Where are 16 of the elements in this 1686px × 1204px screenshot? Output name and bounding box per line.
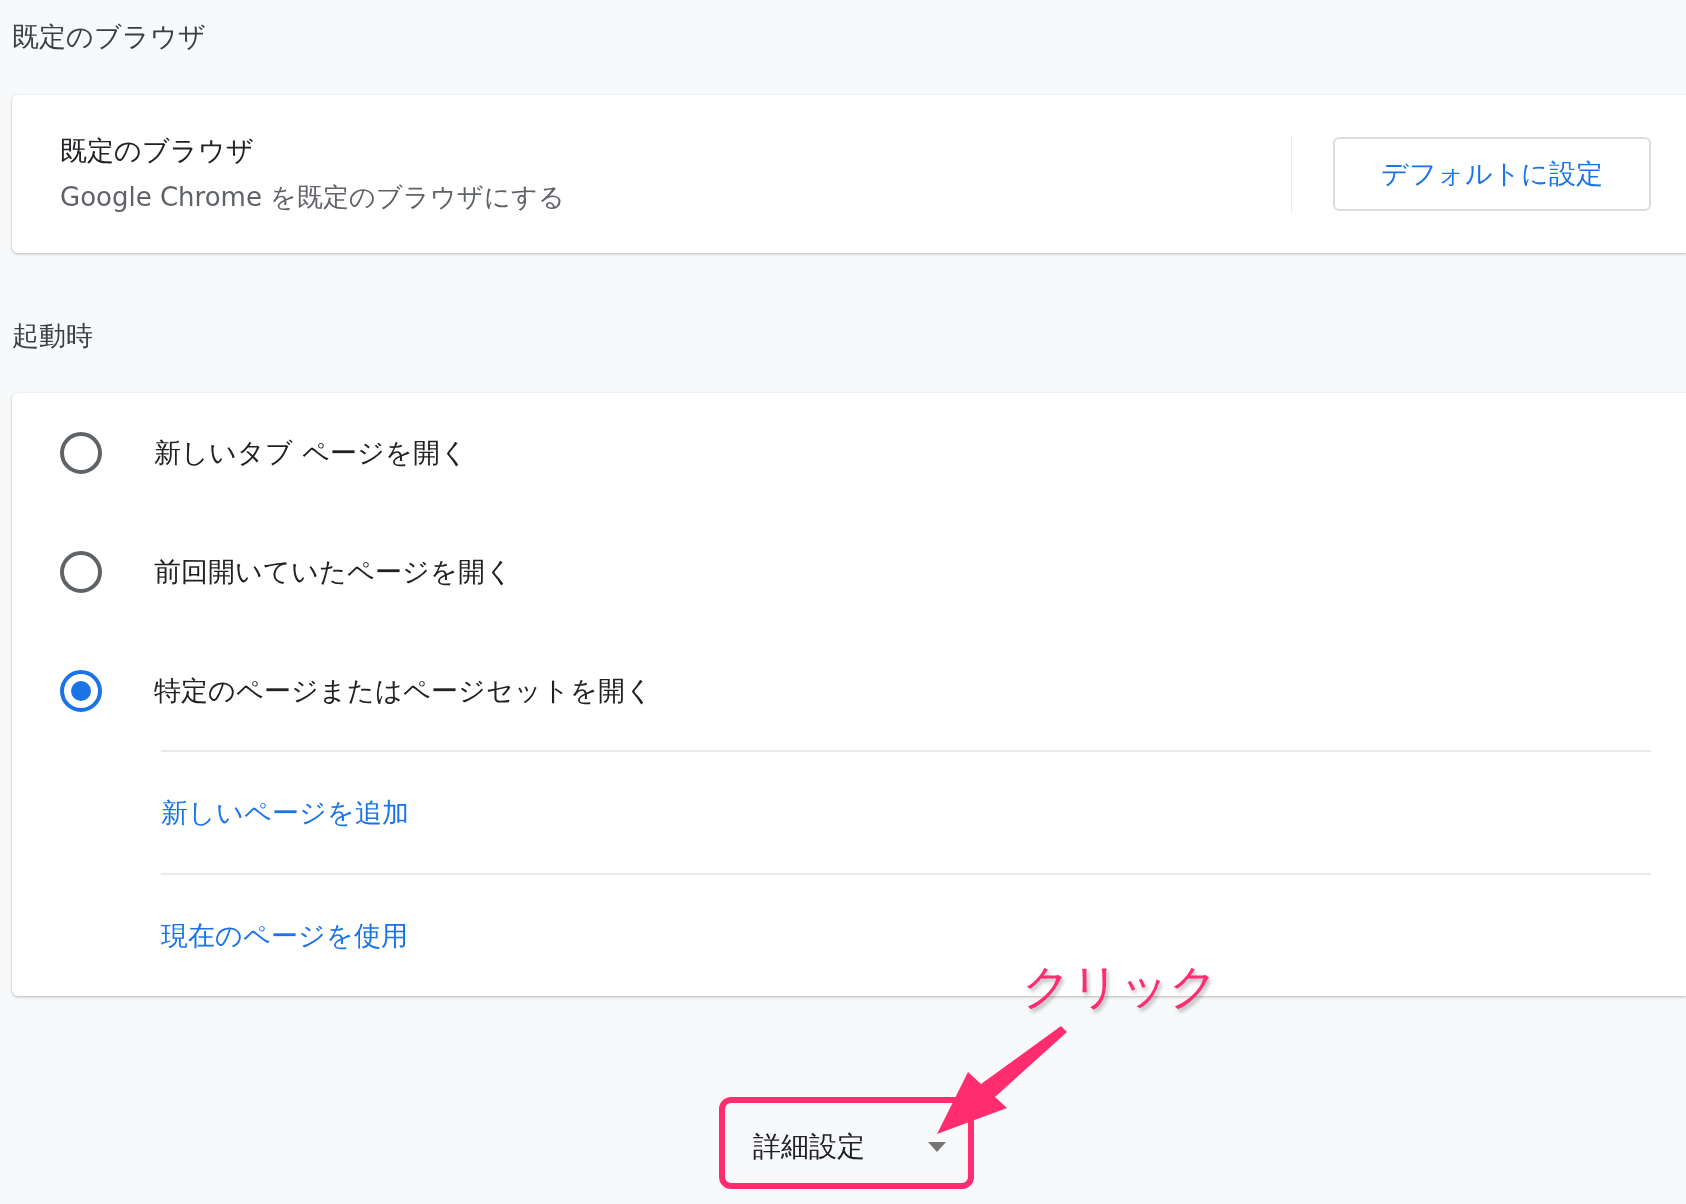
radio-button[interactable] — [60, 550, 102, 593]
caret-icon — [927, 1142, 946, 1152]
radio-button[interactable] — [60, 431, 102, 474]
radio-label: 新しいタブ ページを開く — [154, 435, 468, 470]
setting-title: 既定のブラウザ — [60, 134, 255, 168]
advanced-button[interactable]: 詳細設定 — [752, 1120, 946, 1166]
section-heading: 既定のブラウザ — [12, 20, 207, 54]
radio-label: 前回開いていたページを開く — [154, 554, 513, 589]
link[interactable]: 現在のページを使用 — [161, 917, 408, 954]
radio-button[interactable] — [60, 669, 102, 712]
section-heading: 起動時 — [12, 319, 94, 353]
link[interactable]: 新しいページを追加 — [161, 794, 409, 831]
annotation-label: クリック — [1022, 957, 1218, 1016]
setting-description: Google Chrome を既定のブラウザにする — [60, 181, 567, 214]
set-default-button[interactable]: デフォルトに設定 — [1333, 137, 1651, 211]
radio-label: 特定のページまたはページセットを開く — [154, 673, 653, 708]
